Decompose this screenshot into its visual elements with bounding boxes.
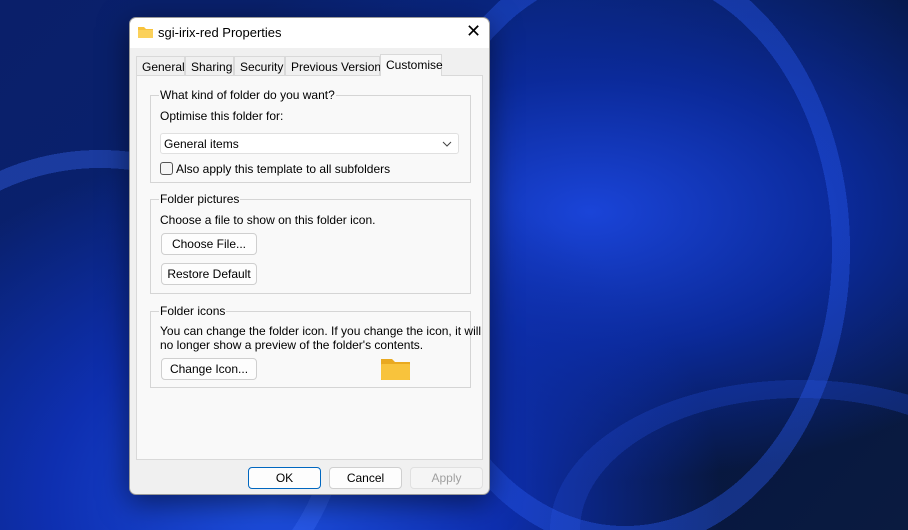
folder-icon: [138, 27, 153, 38]
folder-pictures-group: Folder pictures Choose a file to show on…: [150, 192, 471, 294]
title-bar: sgi-irix-red Properties ✕: [130, 18, 489, 48]
optimise-label: Optimise this folder for:: [160, 109, 284, 123]
cancel-button[interactable]: Cancel: [329, 467, 402, 489]
tab-general[interactable]: General: [136, 56, 185, 76]
group-legend: Folder icons: [159, 304, 227, 318]
group-legend: Folder pictures: [159, 192, 241, 206]
choose-file-button[interactable]: Choose File...: [161, 233, 257, 255]
properties-dialog: sgi-irix-red Properties ✕ General Sharin…: [129, 17, 490, 495]
customise-panel: What kind of folder do you want? Optimis…: [136, 75, 483, 460]
tab-customise[interactable]: Customise: [380, 54, 443, 76]
selected-value: General items: [164, 137, 239, 151]
apply-subfolders-checkbox[interactable]: [160, 162, 173, 175]
restore-default-button[interactable]: Restore Default: [161, 263, 257, 285]
chevron-down-icon: [442, 141, 452, 147]
tab-previous-versions[interactable]: Previous Versions: [285, 56, 387, 76]
apply-button[interactable]: Apply: [410, 467, 483, 489]
tab-security[interactable]: Security: [234, 56, 285, 76]
folder-preview-icon: [381, 359, 410, 380]
optimise-select[interactable]: General items: [160, 133, 459, 154]
change-icon-button[interactable]: Change Icon...: [161, 358, 257, 380]
folder-icons-group: Folder icons You can change the folder i…: [150, 304, 481, 388]
folder-icons-description-line1: You can change the folder icon. If you c…: [160, 324, 482, 338]
folder-pictures-description: Choose a file to show on this folder ico…: [160, 213, 376, 227]
window-title: sgi-irix-red Properties: [158, 25, 282, 40]
close-icon[interactable]: ✕: [466, 21, 481, 42]
ok-button[interactable]: OK: [248, 467, 321, 489]
tab-sharing[interactable]: Sharing: [185, 56, 234, 76]
folder-icons-description-line2: no longer show a preview of the folder's…: [160, 338, 424, 352]
apply-subfolders-label: Also apply this template to all subfolde…: [176, 162, 391, 176]
folder-type-group: What kind of folder do you want? Optimis…: [150, 88, 471, 183]
group-legend: What kind of folder do you want?: [159, 88, 336, 102]
